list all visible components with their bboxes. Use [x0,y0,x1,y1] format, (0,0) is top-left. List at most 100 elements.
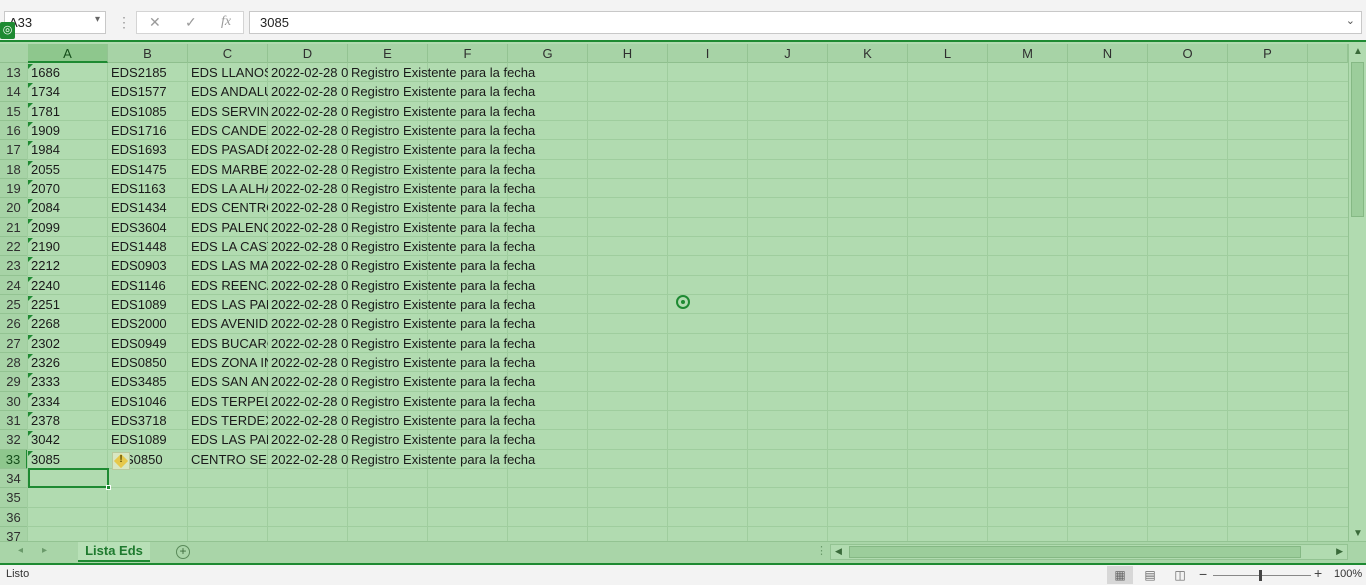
row-header-20[interactable]: 20 [0,198,28,218]
cell-e31[interactable]: Registro Existente para la fecha [348,411,588,430]
row-header-29[interactable]: 29 [0,372,28,392]
cell-c29[interactable]: EDS SAN ANT [188,372,268,391]
cell-e21[interactable]: Registro Existente para la fecha [348,218,588,237]
row-header-32[interactable]: 32 [0,430,28,450]
cell-a13[interactable]: 1686 [28,63,108,82]
column-header-partial[interactable] [1308,44,1348,63]
row-header-26[interactable]: 26 [0,314,28,334]
cell-a26[interactable]: 2268 [28,314,108,333]
column-header-o[interactable]: O [1148,44,1228,63]
normal-view-icon[interactable]: ▦ [1107,566,1133,584]
cell-b24[interactable]: EDS1146 [108,276,188,295]
column-header-m[interactable]: M [988,44,1068,63]
cell-e25[interactable]: Registro Existente para la fecha [348,295,588,314]
cell-a25[interactable]: 2251 [28,295,108,314]
zoom-slider-track[interactable] [1213,575,1311,576]
row-header-23[interactable]: 23 [0,256,28,276]
cell-b19[interactable]: EDS1163 [108,179,188,198]
cell-d17[interactable]: 2022-02-28 0 [268,140,348,159]
cell-e32[interactable]: Registro Existente para la fecha [348,430,588,449]
splitter-handle[interactable]: ⋮ [816,544,827,557]
cell-b30[interactable]: EDS1046 [108,392,188,411]
tab-prev-icon[interactable]: ◂ [18,545,23,556]
cell-a16[interactable]: 1909 [28,121,108,140]
cell-a17[interactable]: 1984 [28,140,108,159]
cell-b14[interactable]: EDS1577 [108,82,188,101]
cell-e27[interactable]: Registro Existente para la fecha [348,334,588,353]
row-header-30[interactable]: 30 [0,391,28,411]
cell-a20[interactable]: 2084 [28,198,108,217]
cell-c33[interactable]: CENTRO SER' [188,450,268,469]
column-header-n[interactable]: N [1068,44,1148,63]
cell-a30[interactable]: 2334 [28,392,108,411]
cell-d28[interactable]: 2022-02-28 0 [268,353,348,372]
cell-d14[interactable]: 2022-02-28 0 [268,82,348,101]
cell-b29[interactable]: EDS3485 [108,372,188,391]
cell-c13[interactable]: EDS LLANOS [188,63,268,82]
cell-d23[interactable]: 2022-02-28 0 [268,256,348,275]
zoom-out-button[interactable]: − [1199,566,1207,582]
cell-b17[interactable]: EDS1693 [108,140,188,159]
cell-b32[interactable]: EDS1089 [108,430,188,449]
horizontal-scrollbar[interactable]: ◀ ▶ [830,544,1348,560]
row-header-27[interactable]: 27 [0,333,28,353]
name-box[interactable]: A33 ▾ [4,11,106,34]
column-header-e[interactable]: E [348,44,428,63]
row-header-34[interactable]: 34 [0,468,28,489]
row-header-13[interactable]: 13 [0,63,28,83]
cell-c19[interactable]: EDS LA ALHA [188,179,268,198]
cell-b22[interactable]: EDS1448 [108,237,188,256]
row-header-28[interactable]: 28 [0,352,28,373]
insert-function-icon[interactable]: fx [221,14,231,30]
vertical-scroll-thumb[interactable] [1351,62,1364,217]
vertical-scrollbar[interactable]: ▲ ▼ [1348,44,1366,541]
row-header-35[interactable]: 35 [0,488,28,508]
cell-e18[interactable]: Registro Existente para la fecha [348,160,588,179]
cell-a14[interactable]: 1734 [28,82,108,101]
row-header-21[interactable]: 21 [0,217,28,237]
cell-b16[interactable]: EDS1716 [108,121,188,140]
column-header-i[interactable]: I [668,44,748,63]
cell-b31[interactable]: EDS3718 [108,411,188,430]
cell-d31[interactable]: 2022-02-28 0 [268,411,348,430]
row-header-18[interactable]: 18 [0,159,28,179]
row-header-19[interactable]: 19 [0,178,28,199]
cell-b27[interactable]: EDS0949 [108,334,188,353]
cell-e19[interactable]: Registro Existente para la fecha [348,179,588,198]
cell-d27[interactable]: 2022-02-28 0 [268,334,348,353]
cell-e13[interactable]: Registro Existente para la fecha [348,63,588,82]
cell-d33[interactable]: 2022-02-28 0 [268,450,348,469]
cell-a23[interactable]: 2212 [28,256,108,275]
row-header-16[interactable]: 16 [0,120,28,141]
cell-c18[interactable]: EDS MARBEL [188,160,268,179]
cell-d26[interactable]: 2022-02-28 0 [268,314,348,333]
row-header-14[interactable]: 14 [0,82,28,102]
cell-c28[interactable]: EDS ZONA IN [188,353,268,372]
page-break-view-icon[interactable]: ◫ [1167,566,1193,584]
cell-c16[interactable]: EDS CANDEL [188,121,268,140]
cell-a29[interactable]: 2333 [28,372,108,391]
cell-e30[interactable]: Registro Existente para la fecha [348,392,588,411]
cell-d19[interactable]: 2022-02-28 0 [268,179,348,198]
warning-diamond-icon[interactable]: ! [112,452,130,470]
cancel-icon[interactable]: ✕ [149,14,161,31]
tab-next-icon[interactable]: ▸ [42,545,47,556]
more-options-icon[interactable]: ⋮ [117,14,131,31]
cell-c21[interactable]: EDS PALENQ [188,218,268,237]
cell-e29[interactable]: Registro Existente para la fecha [348,372,588,391]
cell-e14[interactable]: Registro Existente para la fecha [348,82,588,101]
cell-d13[interactable]: 2022-02-28 0 [268,63,348,82]
cell-c17[interactable]: EDS PASADEI [188,140,268,159]
row-header-36[interactable]: 36 [0,507,28,527]
add-sheet-icon[interactable]: + [176,545,190,559]
cell-b25[interactable]: EDS1089 [108,295,188,314]
cell-d30[interactable]: 2022-02-28 0 [268,392,348,411]
fill-handle[interactable] [106,485,111,490]
cell-a27[interactable]: 2302 [28,334,108,353]
column-header-j[interactable]: J [748,44,828,63]
cell-e24[interactable]: Registro Existente para la fecha [348,276,588,295]
cell-b13[interactable]: EDS2185 [108,63,188,82]
cell-d18[interactable]: 2022-02-28 0 [268,160,348,179]
cell-a22[interactable]: 2190 [28,237,108,256]
cell-a19[interactable]: 2070 [28,179,108,198]
